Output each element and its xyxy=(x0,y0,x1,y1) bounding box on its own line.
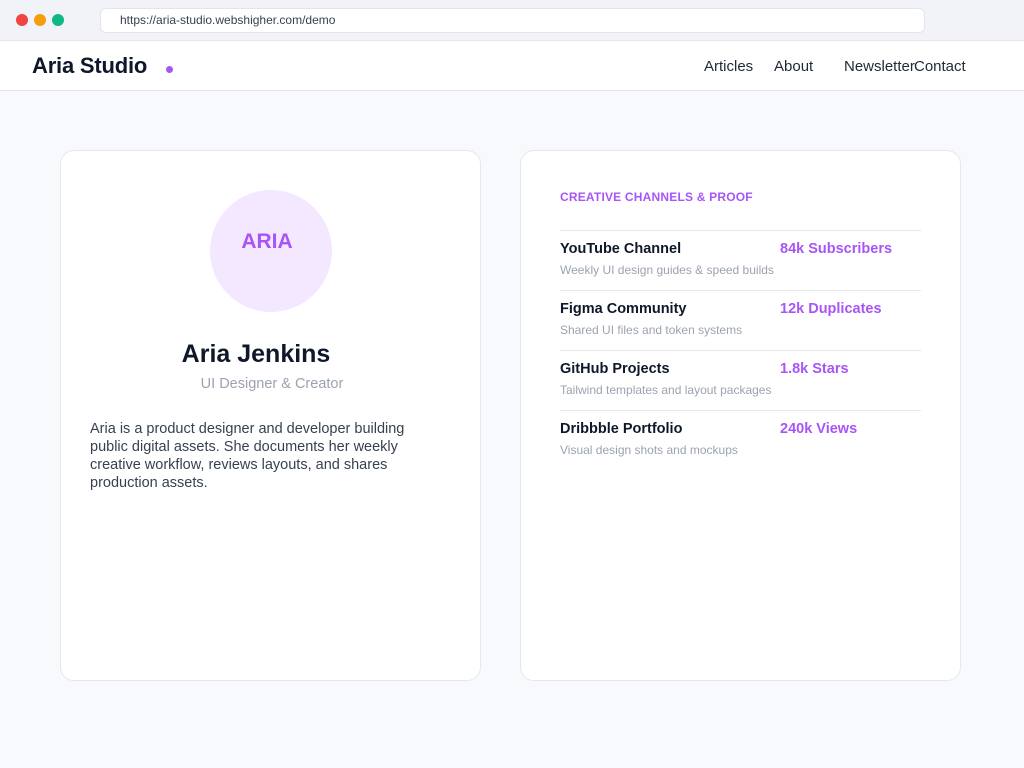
nav-link-about[interactable]: About xyxy=(774,58,813,75)
profile-bio: Aria is a product designer and developer… xyxy=(90,421,405,491)
address-bar[interactable]: https://aria-studio.webshigher.com/demo xyxy=(100,8,925,33)
channels-section-title: CREATIVE CHANNELS & PROOF xyxy=(560,190,753,204)
profile-role: UI Designer & Creator xyxy=(200,376,344,392)
nav-link-articles[interactable]: Articles xyxy=(704,58,753,75)
close-window-button[interactable] xyxy=(16,14,28,26)
minimize-window-button[interactable] xyxy=(34,14,46,26)
avatar-initials: ARIA xyxy=(241,230,293,253)
channel-metric: 84k Subscribers xyxy=(780,241,893,257)
channel-metric: 12k Duplicates xyxy=(780,301,882,317)
channel-description: Visual design shots and mockups xyxy=(560,443,738,457)
channels-card: CREATIVE CHANNELS & PROOF YouTube Channe… xyxy=(520,150,961,681)
channel-description: Shared UI files and token systems xyxy=(560,323,743,337)
channel-list: YouTube Channel 84k Subscribers Weekly U… xyxy=(560,230,921,470)
site-header: Aria Studio Articles About Newsletter Co… xyxy=(0,41,1024,91)
channel-metric: 240k Views xyxy=(780,421,858,437)
profile-name: Aria Jenkins xyxy=(181,340,331,368)
nav-link-newsletter[interactable]: Newsletter xyxy=(844,58,915,75)
brand-logo[interactable]: Aria Studio xyxy=(32,53,147,79)
channel-name: Dribbble Portfolio xyxy=(560,421,683,437)
nav-link-contact[interactable]: Contact xyxy=(914,58,966,75)
profile-card: ARIA Aria Jenkins UI Designer & Creator … xyxy=(60,150,481,681)
channel-metric: 1.8k Stars xyxy=(780,361,849,377)
channel-name: Figma Community xyxy=(560,301,687,317)
maximize-window-button[interactable] xyxy=(52,14,64,26)
channel-name: GitHub Projects xyxy=(560,361,670,377)
brand-dot-icon xyxy=(166,66,173,73)
channel-row-dribbble[interactable]: Dribbble Portfolio 240k Views Visual des… xyxy=(560,410,921,470)
channel-description: Weekly UI design guides & speed builds xyxy=(560,263,774,277)
channel-row-youtube[interactable]: YouTube Channel 84k Subscribers Weekly U… xyxy=(560,230,921,290)
browser-chrome: https://aria-studio.webshigher.com/demo xyxy=(0,0,1024,41)
channel-row-github[interactable]: GitHub Projects 1.8k Stars Tailwind temp… xyxy=(560,350,921,410)
channel-name: YouTube Channel xyxy=(560,241,682,257)
channel-row-figma[interactable]: Figma Community 12k Duplicates Shared UI… xyxy=(560,290,921,350)
channel-description: Tailwind templates and layout packages xyxy=(560,383,772,397)
avatar: ARIA xyxy=(210,190,332,312)
